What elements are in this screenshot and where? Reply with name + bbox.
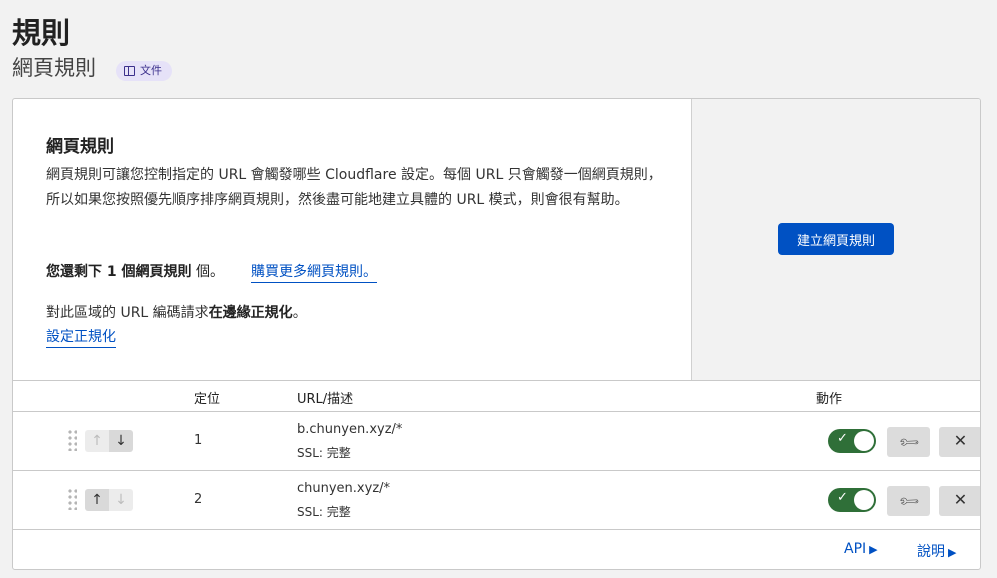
- close-icon: ✕: [953, 433, 968, 450]
- normalization-settings-link[interactable]: 設定正規化: [46, 326, 116, 348]
- move-up-button[interactable]: ↑: [85, 489, 109, 511]
- delete-rule-button[interactable]: ✕: [939, 486, 980, 516]
- book-icon: [124, 66, 135, 76]
- buy-more-rules-link[interactable]: 購買更多網頁規則。: [251, 261, 377, 283]
- arrow-up-icon: ↑: [91, 433, 103, 449]
- card-footer: API ▶ 說明 ▶: [13, 529, 980, 569]
- drag-handle-icon[interactable]: [67, 488, 77, 510]
- create-page-rule-button[interactable]: 建立網頁規則: [778, 223, 894, 255]
- normalization-prefix: 對此區域的 URL 編碼請求: [46, 305, 209, 321]
- docs-badge[interactable]: 文件: [116, 61, 172, 81]
- create-panel: 建立網頁規則: [691, 99, 980, 380]
- help-link-label: 說明: [917, 544, 945, 560]
- api-link[interactable]: API ▶: [844, 541, 878, 557]
- edit-rule-button[interactable]: 🔧︎: [887, 486, 930, 516]
- intro-description: 網頁規則可讓您控制指定的 URL 會觸發哪些 Cloudflare 設定。每個 …: [46, 167, 662, 208]
- table-header: 定位 URL/描述 動作: [13, 381, 980, 412]
- delete-rule-button[interactable]: ✕: [939, 427, 980, 457]
- wrench-icon: 🔧︎: [896, 430, 921, 454]
- header-priority: 定位: [194, 392, 221, 407]
- close-icon: ✕: [953, 492, 968, 509]
- normalization-text: 對此區域的 URL 編碼請求在邊緣正規化。: [46, 302, 307, 322]
- rule-priority: 1: [194, 433, 203, 448]
- rule-ssl: SSL: 完整: [297, 446, 351, 460]
- normalization-bold: 在邊緣正規化: [208, 305, 293, 321]
- check-icon: ✓: [837, 431, 848, 446]
- remaining-suffix: 個。: [191, 264, 224, 280]
- help-link[interactable]: 說明 ▶: [917, 541, 956, 561]
- table-row: ↑ ↓ 1 b.chunyen.xyz/* SSL: 完整 ✓ 🔧︎ ✕: [13, 412, 980, 471]
- edit-rule-button[interactable]: 🔧︎: [887, 427, 930, 457]
- page-subtitle: 網頁規則: [12, 56, 96, 80]
- intro-title: 網頁規則: [46, 137, 114, 157]
- toggle-knob: [854, 431, 874, 451]
- toggle-knob: [854, 490, 874, 510]
- api-link-label: API: [844, 541, 867, 557]
- arrow-up-icon: ↑: [91, 492, 103, 508]
- table-row: ↑ ↓ 2 chunyen.xyz/* SSL: 完整 ✓ 🔧︎ ✕: [13, 471, 980, 530]
- header-actions: 動作: [816, 392, 843, 407]
- rule-url: chunyen.xyz/*: [297, 481, 391, 496]
- rule-enabled-toggle[interactable]: ✓: [828, 429, 876, 453]
- move-up-button: ↑: [85, 430, 109, 452]
- rule-ssl: SSL: 完整: [297, 505, 351, 519]
- intro-panel: 網頁規則 網頁規則可讓您控制指定的 URL 會觸發哪些 Cloudflare 設…: [13, 99, 691, 380]
- rule-priority: 2: [194, 492, 203, 507]
- check-icon: ✓: [837, 490, 848, 505]
- rule-enabled-toggle[interactable]: ✓: [828, 488, 876, 512]
- header-url: URL/描述: [297, 392, 354, 407]
- arrow-down-icon: ↓: [115, 492, 127, 508]
- remaining-rules-text: 您還剩下 1 個網頁規則 個。: [46, 261, 224, 281]
- normalization-suffix: 。: [292, 305, 307, 321]
- page-rules-card: 網頁規則 網頁規則可讓您控制指定的 URL 會觸發哪些 Cloudflare 設…: [12, 98, 981, 570]
- remaining-count: 您還剩下 1 個網頁規則: [46, 264, 192, 280]
- arrow-down-icon: ↓: [115, 433, 127, 449]
- triangle-right-icon: ▶: [869, 543, 878, 556]
- move-down-button: ↓: [109, 489, 133, 511]
- move-down-button[interactable]: ↓: [109, 430, 133, 452]
- rule-url: b.chunyen.xyz/*: [297, 422, 403, 437]
- reorder-arrows: ↑ ↓: [85, 430, 133, 452]
- wrench-icon: 🔧︎: [896, 489, 921, 513]
- page-title: 規則: [12, 16, 71, 50]
- rules-table: 定位 URL/描述 動作 ↑ ↓ 1 b.chunyen.xyz/* SSL: …: [13, 380, 980, 530]
- docs-badge-label: 文件: [140, 64, 162, 77]
- drag-handle-icon[interactable]: [67, 429, 77, 451]
- reorder-arrows: ↑ ↓: [85, 489, 133, 511]
- triangle-right-icon: ▶: [948, 546, 957, 559]
